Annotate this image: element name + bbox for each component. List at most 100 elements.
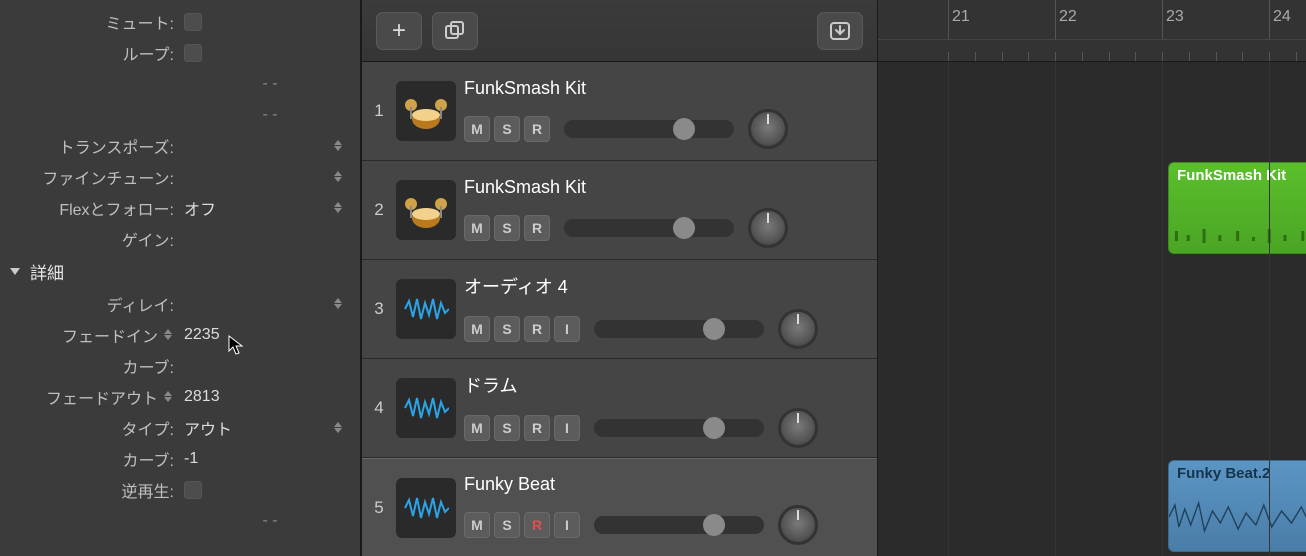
plus-icon: +: [392, 19, 406, 43]
mute-button[interactable]: M: [464, 215, 490, 241]
track-row[interactable]: 3 オーディオ 4 MSRI: [362, 260, 877, 359]
fadein-row[interactable]: フェードイン 2235: [0, 319, 360, 350]
spacer-row: - -: [0, 505, 360, 536]
type-stepper[interactable]: [334, 418, 344, 438]
record-button[interactable]: R: [524, 116, 550, 142]
curve2-label: カーブ:: [0, 447, 180, 471]
fadein-value[interactable]: 2235: [180, 326, 330, 344]
fadein-label: フェードイン: [62, 323, 158, 347]
track-number: 5: [362, 498, 396, 518]
solo-button[interactable]: S: [494, 116, 520, 142]
flexfollow-value: オフ: [180, 196, 330, 220]
solo-button[interactable]: S: [494, 215, 520, 241]
transpose-label: トランスポーズ:: [0, 134, 180, 158]
mute-button[interactable]: M: [464, 415, 490, 441]
reverse-checkbox[interactable]: [184, 481, 202, 499]
pan-knob[interactable]: [748, 109, 788, 149]
record-button[interactable]: R: [524, 512, 550, 538]
type-row[interactable]: タイプ: アウト: [0, 412, 360, 443]
curve1-row[interactable]: カーブ:: [0, 350, 360, 381]
track-name[interactable]: オーディオ 4: [464, 273, 861, 299]
volume-slider[interactable]: [594, 516, 764, 534]
record-button[interactable]: R: [524, 415, 550, 441]
waveform-icon: [1169, 497, 1306, 537]
input-button[interactable]: I: [554, 512, 580, 538]
input-button[interactable]: I: [554, 415, 580, 441]
curve1-label: カーブ:: [0, 354, 180, 378]
arrange-area[interactable]: 21222324 FunkSmash Kit Funky Beat.2: [878, 0, 1306, 556]
track-row[interactable]: 1FunkSmash KitMSR: [362, 62, 877, 161]
type-label: タイプ:: [0, 416, 180, 440]
finetune-row[interactable]: ファインチューン:: [0, 161, 360, 192]
audio-wave-icon: [396, 378, 456, 438]
mute-button[interactable]: M: [464, 316, 490, 342]
spacer-row: - -: [0, 68, 360, 99]
track-number: 3: [362, 299, 396, 319]
track-number: 2: [362, 200, 396, 220]
bar-number: 21: [952, 8, 970, 26]
curve2-row[interactable]: カーブ: -1: [0, 443, 360, 474]
bar-number: 22: [1059, 8, 1077, 26]
record-button[interactable]: R: [524, 215, 550, 241]
download-icon: [829, 21, 851, 41]
region-inspector: ミュート: ループ: - - - - トランスポーズ: ファインチューン: Fl…: [0, 0, 362, 556]
solo-button[interactable]: S: [494, 316, 520, 342]
duplicate-icon: [444, 21, 466, 41]
gain-row[interactable]: ゲイン:: [0, 223, 360, 254]
track-name[interactable]: ドラム: [464, 372, 861, 398]
advanced-label: 詳細: [30, 259, 64, 284]
mute-row[interactable]: ミュート:: [0, 6, 360, 37]
fadeout-value[interactable]: 2813: [180, 388, 330, 406]
pan-knob[interactable]: [748, 208, 788, 248]
curve2-value[interactable]: -1: [180, 450, 330, 468]
volume-slider[interactable]: [594, 419, 764, 437]
reverse-row[interactable]: 逆再生:: [0, 474, 360, 505]
bar-ruler[interactable]: 21222324: [878, 0, 1306, 62]
delay-label: ディレイ:: [0, 292, 180, 316]
track-row[interactable]: 2 FunkSmash Kit MSR: [362, 161, 877, 260]
input-button[interactable]: I: [554, 316, 580, 342]
delay-stepper[interactable]: [334, 294, 344, 314]
import-button[interactable]: [817, 12, 863, 50]
finetune-stepper[interactable]: [334, 167, 344, 187]
transpose-stepper[interactable]: [334, 136, 344, 156]
volume-slider[interactable]: [594, 320, 764, 338]
track-name[interactable]: FunkSmash Kit: [464, 78, 861, 99]
region-funkybeat[interactable]: Funky Beat.2: [1168, 460, 1306, 552]
drumkit-icon: [396, 180, 456, 240]
flexfollow-row[interactable]: Flexとフォロー: オフ: [0, 192, 360, 223]
flexfollow-label: Flexとフォロー:: [0, 196, 180, 220]
region-funksmash[interactable]: FunkSmash Kit: [1168, 162, 1306, 254]
delay-row[interactable]: ディレイ:: [0, 288, 360, 319]
tracks-container: 1FunkSmash KitMSR2FunkSmash KitMSR3オーディオ…: [362, 62, 877, 556]
loop-checkbox[interactable]: [184, 44, 202, 62]
audio-wave-icon: [396, 478, 456, 538]
solo-button[interactable]: S: [494, 415, 520, 441]
pan-knob[interactable]: [778, 309, 818, 349]
solo-button[interactable]: S: [494, 512, 520, 538]
pan-knob[interactable]: [778, 505, 818, 545]
volume-slider[interactable]: [564, 120, 734, 138]
track-list-panel: + 1FunkSmash KitMSR2FunkSmash KitMSR3オーデ…: [362, 0, 878, 556]
duplicate-track-button[interactable]: [432, 12, 478, 50]
advanced-section-header[interactable]: 詳細: [0, 254, 360, 288]
pan-knob[interactable]: [778, 408, 818, 448]
region-label: Funky Beat.2: [1177, 465, 1270, 482]
track-name[interactable]: FunkSmash Kit: [464, 177, 861, 198]
track-toolbar: +: [362, 0, 877, 62]
volume-slider[interactable]: [564, 219, 734, 237]
add-track-button[interactable]: +: [376, 12, 422, 50]
track-name[interactable]: Funky Beat: [464, 474, 861, 495]
fadein-stepper[interactable]: [164, 325, 174, 345]
fadeout-row[interactable]: フェードアウト 2813: [0, 381, 360, 412]
transpose-row[interactable]: トランスポーズ:: [0, 130, 360, 161]
mute-checkbox[interactable]: [184, 13, 202, 31]
mute-button[interactable]: M: [464, 116, 490, 142]
track-row[interactable]: 5 Funky Beat MSRI: [362, 458, 877, 556]
fadeout-stepper[interactable]: [164, 387, 174, 407]
record-button[interactable]: R: [524, 316, 550, 342]
track-row[interactable]: 4ドラムMSRI: [362, 359, 877, 458]
mute-button[interactable]: M: [464, 512, 490, 538]
loop-row[interactable]: ループ:: [0, 37, 360, 68]
flexfollow-stepper[interactable]: [334, 198, 344, 218]
